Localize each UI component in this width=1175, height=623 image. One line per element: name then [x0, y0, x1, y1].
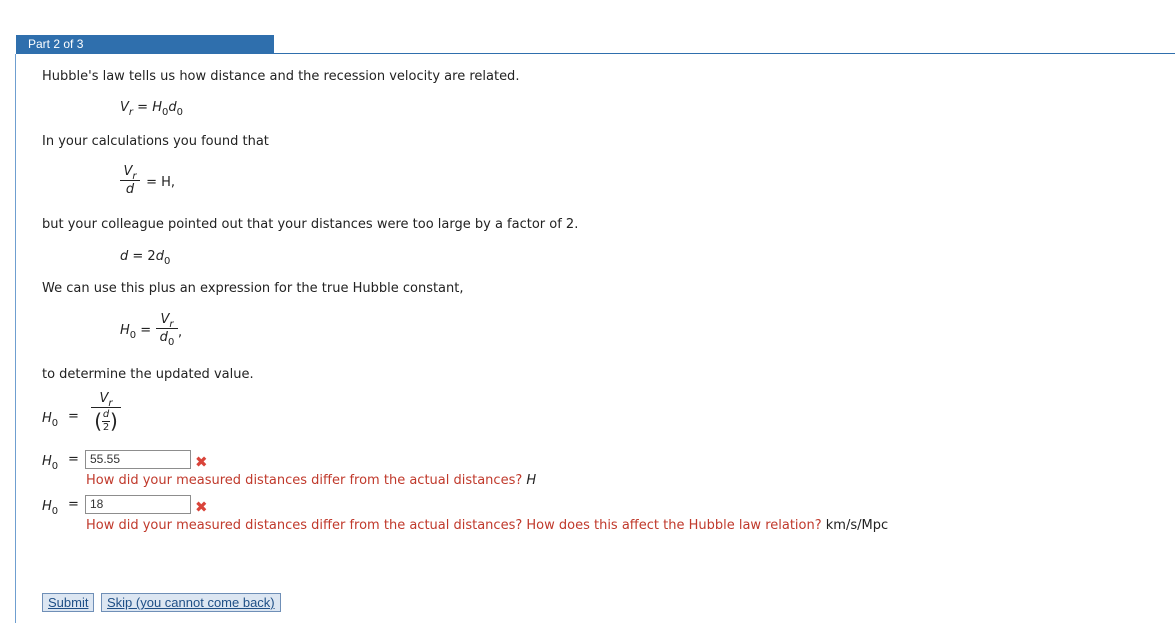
intro-text: Hubble's law tells us how distance and t… — [42, 69, 520, 84]
distance-equation: d = 2d0 — [120, 249, 171, 267]
eq5-equals: = — [68, 409, 79, 424]
determine-text: to determine the updated value. — [42, 367, 254, 382]
answer2-feedback: How did your measured distances differ f… — [86, 518, 889, 533]
answer1-input[interactable]: 55.55 — [85, 450, 191, 469]
answer2-input[interactable]: 18 — [85, 495, 191, 514]
incorrect-x-icon: ✖ — [195, 498, 208, 516]
answer1-feedback: How did your measured distances differ f… — [86, 473, 537, 488]
part-header-tab: Part 2 of 3 — [16, 35, 274, 54]
calc-text: In your calculations you found that — [42, 134, 269, 149]
eq4-comma: , — [178, 325, 183, 340]
submit-button[interactable]: Submit — [42, 593, 95, 612]
answer1-label: H0 — [42, 454, 59, 472]
answer2-label: H0 — [42, 499, 59, 517]
eq5-lhs: H0 — [42, 411, 59, 429]
answer1-equals: = — [68, 452, 79, 467]
answer2-equals: = — [68, 497, 79, 512]
header-rule — [16, 53, 1175, 54]
vr-over-d0-fraction: Vr d0 — [156, 312, 178, 348]
vr-over-half-d-fraction: Vr ( d 2 ) — [91, 391, 121, 433]
hubble-law-equation: Vr = H0d0 — [120, 100, 183, 118]
colleague-text: but your colleague pointed out that your… — [42, 217, 579, 232]
use-text: We can use this plus an expression for t… — [42, 281, 464, 296]
eq2-rhs: = H, — [142, 175, 176, 190]
left-rule — [15, 54, 16, 623]
eq4-lhs: H0 = — [120, 323, 156, 341]
skip-button[interactable]: Skip (you cannot come back) — [101, 593, 281, 612]
vr-over-d-fraction: Vr d — [120, 164, 140, 197]
incorrect-x-icon: ✖ — [195, 453, 208, 471]
